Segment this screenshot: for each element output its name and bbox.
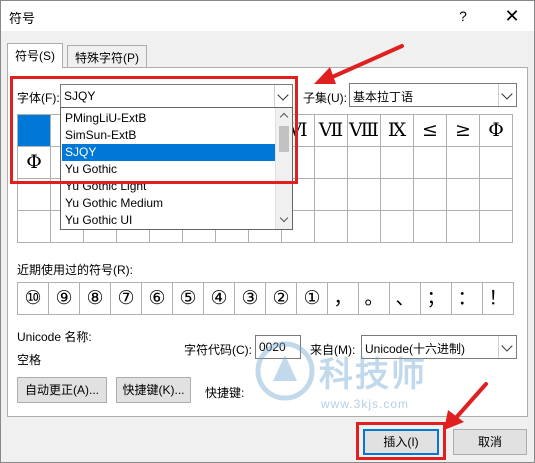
recent-symbol[interactable]: ⑧	[80, 283, 111, 315]
scroll-down-button[interactable]	[276, 212, 292, 228]
symbol-cell[interactable]	[348, 179, 381, 211]
font-option[interactable]: SimSun-ExtB	[62, 127, 275, 144]
insert-button[interactable]: 插入(I)	[363, 429, 439, 455]
recent-symbol[interactable]: ④	[204, 283, 235, 315]
symbol-cell[interactable]	[447, 179, 480, 211]
help-button[interactable]: ?	[453, 6, 473, 26]
recent-symbol[interactable]: 、	[390, 283, 421, 315]
symbol-cell[interactable]	[315, 147, 348, 179]
symbol-cell[interactable]: ≤	[414, 115, 447, 147]
symbol-cell[interactable]: Ⅸ	[381, 115, 414, 147]
symbol-cell[interactable]	[381, 147, 414, 179]
font-option[interactable]: PMingLiU-ExtB	[62, 110, 275, 127]
subset-value: 基本拉丁语	[353, 90, 414, 104]
font-option[interactable]: Yu Gothic UI	[62, 212, 275, 229]
symbol-cell[interactable]	[348, 211, 381, 243]
symbol-cell[interactable]	[447, 211, 480, 243]
recent-symbol[interactable]: 。	[359, 283, 390, 315]
recent-symbol[interactable]: ，	[328, 283, 359, 315]
title-bar: 符号 ? ✕	[1, 1, 534, 31]
recent-symbol[interactable]: ③	[235, 283, 266, 315]
char-code-label: 字符代码(C):	[184, 343, 252, 357]
recent-symbol[interactable]: ②	[266, 283, 297, 315]
recent-symbol[interactable]: ⑩	[18, 283, 49, 315]
symbol-cell[interactable]: Φ	[18, 147, 51, 179]
font-option[interactable]: Yu Gothic Light	[62, 178, 275, 195]
font-option-selected[interactable]: SJQY	[62, 144, 275, 161]
subset-label: 子集(U):	[303, 91, 347, 105]
from-label: 来自(M):	[310, 343, 356, 357]
symbol-cell[interactable]: Ⅷ	[348, 115, 381, 147]
symbol-cell[interactable]	[381, 211, 414, 243]
subset-dropdown-button[interactable]	[498, 84, 516, 106]
symbol-cell[interactable]: Φ	[480, 115, 513, 147]
from-combobox[interactable]: Unicode(十六进制)	[361, 335, 517, 359]
dialog-title: 符号	[9, 11, 36, 26]
shortcut-key-button[interactable]: 快捷键(K)...	[116, 377, 191, 403]
unicode-name-value: 空格	[17, 353, 42, 367]
scroll-up-button[interactable]	[276, 108, 292, 124]
scroll-thumb[interactable]	[279, 126, 289, 152]
cancel-button[interactable]: 取消	[453, 429, 527, 455]
font-combobox[interactable]: SJQY	[60, 84, 293, 108]
symbol-cell[interactable]	[348, 147, 381, 179]
symbol-cell-selected[interactable]	[18, 115, 51, 147]
symbol-cell[interactable]	[315, 179, 348, 211]
font-list-scrollbar[interactable]	[275, 108, 292, 229]
chevron-down-icon	[279, 213, 289, 223]
symbol-cell[interactable]	[414, 211, 447, 243]
symbol-cell[interactable]: Ⅶ	[315, 115, 348, 147]
char-code-input[interactable]: 0020	[255, 335, 301, 359]
symbol-cell[interactable]	[414, 147, 447, 179]
recent-symbols-label: 近期使用过的符号(R):	[17, 263, 133, 277]
recent-symbol[interactable]: ；	[421, 283, 452, 315]
symbol-cell[interactable]	[414, 179, 447, 211]
symbol-cell[interactable]	[315, 211, 348, 243]
recent-symbol[interactable]: ⑥	[142, 283, 173, 315]
tab-symbols[interactable]: 符号(S)	[7, 43, 63, 68]
symbol-cell[interactable]	[480, 211, 513, 243]
chevron-up-icon	[279, 112, 289, 122]
recent-symbols-strip: ⑩ ⑨ ⑧ ⑦ ⑥ ⑤ ④ ③ ② ① ， 。 、 ； ： ！	[17, 282, 514, 315]
shortcut-key-label: 快捷键:	[205, 386, 245, 400]
unicode-name-label: Unicode 名称:	[17, 330, 92, 344]
recent-symbol[interactable]: ⑦	[111, 283, 142, 315]
font-value: SJQY	[64, 89, 96, 103]
chevron-down-icon	[501, 88, 513, 100]
recent-symbol[interactable]: ！	[483, 283, 514, 315]
symbol-dialog: 符号 ? ✕ 符号(S) 特殊字符(P) 字体(F): SJQY 子集(U): …	[0, 0, 535, 463]
chevron-down-icon	[277, 89, 289, 101]
recent-symbol[interactable]: ：	[452, 283, 483, 315]
font-option[interactable]: Yu Gothic	[62, 161, 275, 178]
symbol-cell[interactable]	[480, 147, 513, 179]
tab-special-characters[interactable]: 特殊字符(P)	[67, 45, 147, 67]
recent-symbol[interactable]: ①	[297, 283, 328, 315]
symbol-cell[interactable]	[18, 211, 51, 243]
font-label: 字体(F):	[17, 91, 60, 105]
symbol-cell[interactable]: ≥	[447, 115, 480, 147]
subset-combobox[interactable]: 基本拉丁语	[349, 83, 517, 107]
recent-symbol[interactable]: ⑤	[173, 283, 204, 315]
font-dropdown-list: PMingLiU-ExtB SimSun-ExtB SJQY Yu Gothic…	[60, 107, 293, 230]
symbol-cell[interactable]	[18, 179, 51, 211]
symbol-cell[interactable]	[480, 179, 513, 211]
autocorrect-button[interactable]: 自动更正(A)...	[17, 377, 107, 403]
font-dropdown-button[interactable]	[274, 85, 292, 107]
recent-symbol[interactable]: ⑨	[49, 283, 80, 315]
font-option[interactable]: Yu Gothic Medium	[62, 195, 275, 212]
symbol-cell[interactable]	[447, 147, 480, 179]
close-button[interactable]: ✕	[499, 4, 525, 28]
symbol-cell[interactable]	[381, 179, 414, 211]
from-value: Unicode(十六进制)	[365, 342, 466, 356]
from-dropdown-button[interactable]	[498, 336, 516, 358]
chevron-down-icon	[501, 340, 513, 352]
